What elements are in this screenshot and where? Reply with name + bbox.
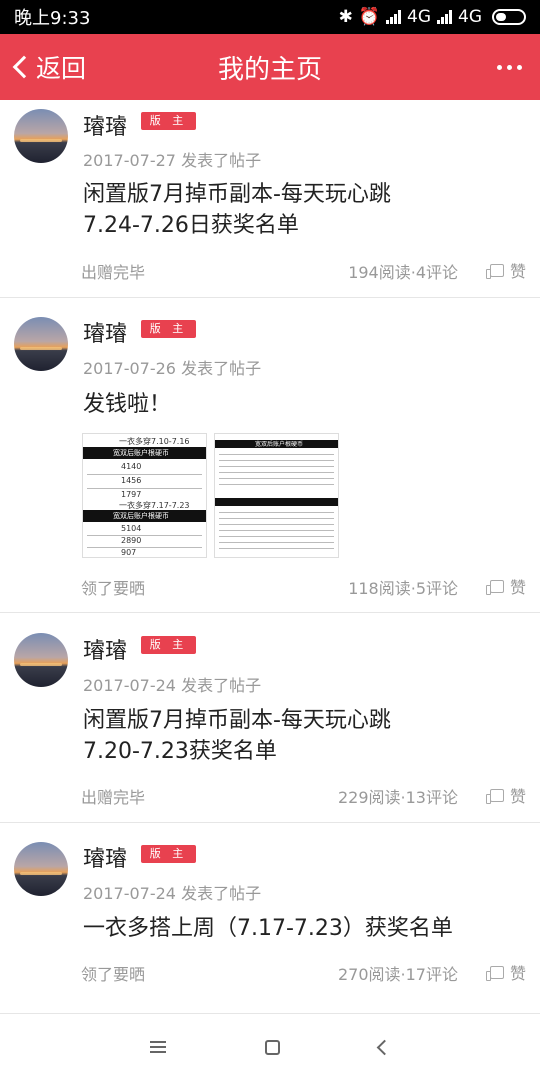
more-dots-icon[interactable] — [497, 34, 522, 100]
bluetooth-icon: ✱ — [338, 7, 353, 27]
divider — [0, 297, 540, 298]
post-stats: 270阅读·17评论 — [338, 965, 458, 984]
image-value: 4140 — [121, 462, 142, 471]
like-button[interactable]: 赞 — [485, 574, 526, 598]
post-stats: 118阅读·5评论 — [348, 579, 458, 598]
like-label: 赞 — [509, 578, 526, 597]
signal-icon — [437, 10, 452, 24]
post-title[interactable]: 一衣多搭上周（7.17-7.23）获奖名单 — [83, 913, 523, 944]
post-tag: 领了要晒 — [81, 579, 146, 598]
divider — [0, 612, 540, 613]
like-label: 赞 — [509, 787, 526, 806]
image-value: 2890 — [121, 536, 142, 545]
status-time: 晚上9:33 — [14, 8, 91, 29]
post-meta: 2017-07-26 发表了帖子 — [83, 359, 262, 378]
author-name[interactable]: 璿璿 — [83, 316, 127, 348]
author-name[interactable]: 璿璿 — [83, 109, 127, 141]
like-button[interactable]: 赞 — [485, 258, 526, 282]
image-value: 5104 — [121, 524, 142, 533]
system-nav-bar — [0, 1013, 540, 1080]
post-image[interactable]: 宽双后账户根硬币 — [214, 433, 339, 558]
nav-bar: 返回 我的主页 — [0, 34, 540, 100]
image-header: 宽双后账户根硬币 — [255, 441, 304, 448]
post-stats: 229阅读·13评论 — [338, 788, 458, 807]
avatar[interactable] — [14, 317, 68, 371]
divider — [0, 822, 540, 823]
thumbs-up-icon — [485, 263, 504, 279]
image-heading: 一衣多穿7.10-7.16 — [119, 437, 190, 446]
status-bar: 晚上9:33 ✱ ⏰ 4G 4G — [0, 0, 540, 34]
like-label: 赞 — [509, 964, 526, 983]
back-label: 返回 — [36, 54, 87, 83]
image-value: 907 — [121, 548, 137, 557]
post-tag: 出赠完毕 — [81, 788, 146, 807]
home-icon[interactable] — [264, 1039, 280, 1055]
post-image[interactable]: 一衣多穿7.10-7.16 宽双后账户根硬币 4140 1456 1797 一衣… — [82, 433, 207, 558]
author-name[interactable]: 璿璿 — [83, 633, 127, 665]
network-label-2: 4G — [458, 7, 482, 27]
back-button[interactable]: 返回 — [8, 34, 86, 100]
moderator-badge: 版 主 — [141, 845, 196, 863]
post-title-line: 发钱啦！ — [83, 392, 172, 417]
post-title-line: 7.24-7.26日获奖名单 — [83, 213, 299, 238]
post-tag: 出赠完毕 — [81, 263, 146, 282]
avatar[interactable] — [14, 633, 68, 687]
chevron-left-icon — [12, 55, 36, 79]
post-title[interactable]: 闲置版7月掉币副本-每天玩心跳 7.24-7.26日获奖名单 — [83, 179, 523, 241]
image-header: 宽双后账户根硬币 — [113, 512, 169, 520]
image-value: 1456 — [121, 476, 142, 485]
post-meta: 2017-07-27 发表了帖子 — [83, 151, 262, 170]
thumbs-up-icon — [485, 579, 504, 595]
post-tag: 领了要晒 — [81, 965, 146, 984]
post-title-line: 7.20-7.23获奖名单 — [83, 739, 277, 764]
moderator-badge: 版 主 — [141, 320, 196, 338]
post-title[interactable]: 发钱啦！ — [83, 389, 523, 420]
post-title-line: 闲置版7月掉币副本-每天玩心跳 — [83, 182, 391, 207]
alarm-icon: ⏰ — [358, 7, 380, 27]
battery-icon — [492, 9, 526, 25]
post-title-line: 一衣多搭上周（7.17-7.23）获奖名单 — [83, 916, 453, 941]
moderator-badge: 版 主 — [141, 112, 196, 130]
post-meta: 2017-07-24 发表了帖子 — [83, 884, 262, 903]
signal-icon — [386, 10, 401, 24]
thumbs-up-icon — [485, 965, 504, 981]
network-label-1: 4G — [407, 7, 431, 27]
thumbs-up-icon — [485, 788, 504, 804]
author-name[interactable]: 璿璿 — [83, 841, 127, 873]
status-icons: ✱ ⏰ 4G 4G — [339, 7, 526, 27]
post-title[interactable]: 闲置版7月掉币副本-每天玩心跳 7.20-7.23获奖名单 — [83, 705, 523, 767]
like-label: 赞 — [509, 262, 526, 281]
post-stats: 194阅读·4评论 — [348, 263, 458, 282]
back-icon[interactable] — [377, 1039, 393, 1055]
image-value: 1797 — [121, 490, 142, 499]
image-header: 宽双后账户根硬币 — [113, 449, 169, 457]
menu-icon[interactable] — [149, 1041, 166, 1053]
moderator-badge: 版 主 — [141, 636, 196, 654]
post-meta: 2017-07-24 发表了帖子 — [83, 676, 262, 695]
avatar[interactable] — [14, 842, 68, 896]
post-title-line: 闲置版7月掉币副本-每天玩心跳 — [83, 708, 391, 733]
like-button[interactable]: 赞 — [485, 783, 526, 807]
like-button[interactable]: 赞 — [485, 960, 526, 984]
avatar[interactable] — [14, 109, 68, 163]
